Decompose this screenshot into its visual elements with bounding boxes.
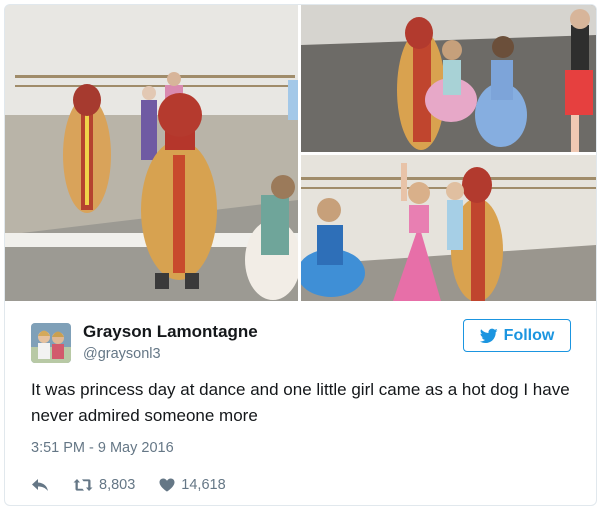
avatar[interactable] — [31, 323, 71, 363]
tweet-card: Grayson Lamontagne @graysonl3 Follow It … — [4, 4, 597, 506]
tweet-actions: 8,803 14,618 — [31, 475, 250, 495]
user-handle[interactable]: @graysonl3 — [83, 346, 161, 362]
like-button[interactable]: 14,618 — [159, 477, 226, 493]
retweet-icon — [73, 479, 93, 491]
reply-icon — [32, 479, 48, 491]
retweet-button[interactable]: 8,803 — [73, 477, 135, 493]
tweet-text: It was princess day at dance and one lit… — [31, 380, 570, 425]
heart-icon — [159, 478, 175, 492]
retweet-count: 8,803 — [99, 477, 136, 493]
twitter-bird-icon — [479, 328, 498, 343]
like-count: 14,618 — [181, 477, 226, 493]
dance-studio-mirror-photo[interactable] — [5, 5, 298, 301]
follow-label: Follow — [503, 326, 555, 344]
reply-button[interactable] — [31, 478, 49, 492]
dance-circle-photo[interactable] — [301, 5, 596, 152]
tweet-media-grid[interactable] — [5, 5, 596, 301]
tweet-body: Grayson Lamontagne @graysonl3 Follow It … — [5, 301, 596, 505]
display-name[interactable]: Grayson Lamontagne — [83, 322, 258, 342]
dance-twirl-photo[interactable] — [301, 155, 596, 301]
timestamp[interactable]: 3:51 PM - 9 May 2016 — [31, 440, 174, 456]
follow-button[interactable]: Follow — [463, 319, 571, 352]
